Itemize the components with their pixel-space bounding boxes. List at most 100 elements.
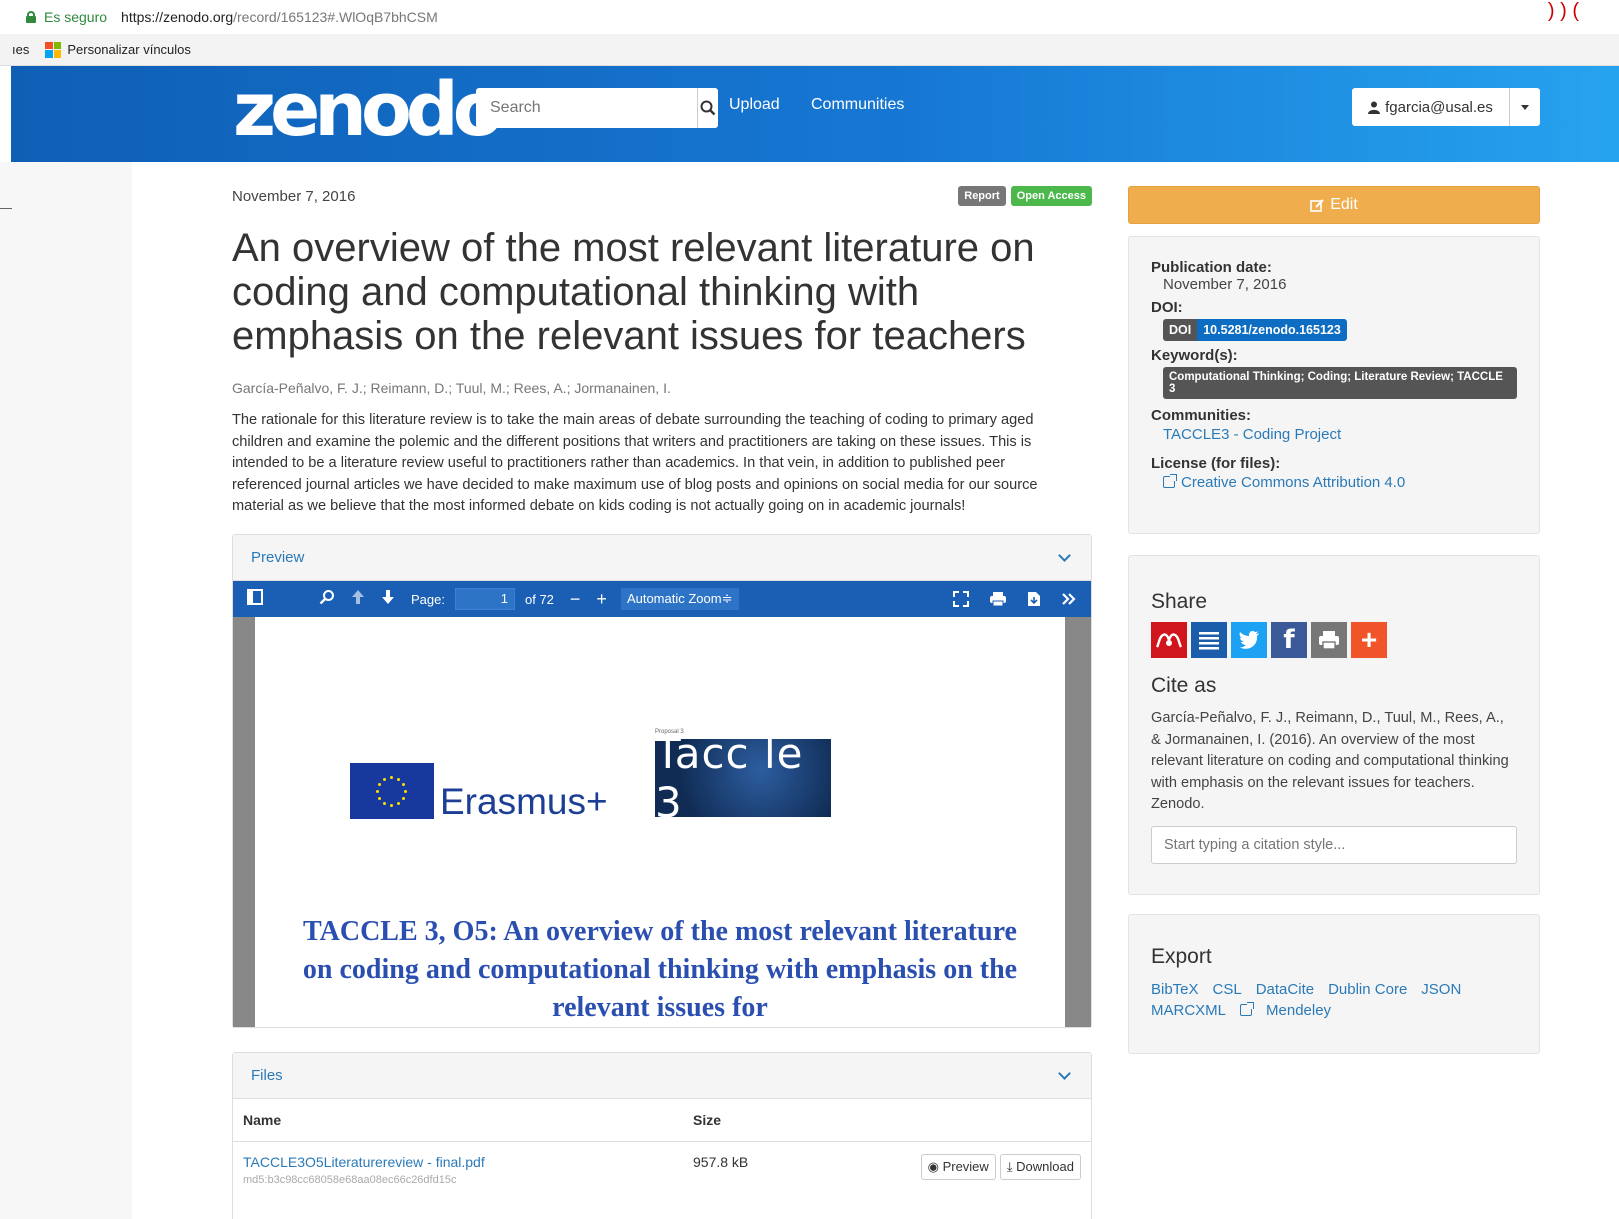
file-md5: md5:b3c98cc68058e68aa08ec66c26dfd15c — [243, 1173, 457, 1186]
preview-heading: Preview — [251, 549, 305, 566]
facebook-icon[interactable]: f — [1271, 622, 1307, 658]
files-table: Name Size TACCLE3O5Literaturereview - fi… — [233, 1099, 1091, 1186]
column-name: Name — [233, 1099, 683, 1142]
pdf-toolbar: Page: 1 of 72 − + Automatic Zoom≑ — [233, 581, 1091, 617]
page-label: Page: — [411, 591, 445, 607]
user-menu[interactable]: fgarcia@usal.es — [1352, 88, 1540, 126]
external-link-icon — [1163, 474, 1177, 488]
url-host[interactable]: https://zenodo.org — [121, 9, 233, 25]
chevron-down-icon[interactable] — [1058, 1066, 1071, 1080]
license-link[interactable]: Creative Commons Attribution 4.0 — [1163, 474, 1517, 491]
share-panel: Share f + Cite as García-Peñalvo, F. J.,… — [1128, 555, 1540, 895]
bookmarks-bar: ıes Personalizar vínculos — [0, 34, 1619, 66]
left-margin — [0, 162, 132, 1219]
export-datacite[interactable]: DataCite — [1256, 981, 1314, 998]
zenodo-logo[interactable]: zenodo — [233, 70, 504, 150]
doi-prefix: DOI — [1163, 319, 1198, 341]
fullscreen-icon[interactable] — [953, 591, 969, 607]
share-heading: Share — [1151, 590, 1208, 613]
bookmark-fragment[interactable]: ıes — [12, 42, 29, 57]
export-bibtex[interactable]: BibTeX — [1151, 981, 1199, 998]
user-button[interactable]: fgarcia@usal.es — [1352, 88, 1510, 126]
export-panel: Export BibTeX CSL DataCite Dublin Core JSON … — [1128, 914, 1540, 1054]
print-share-icon[interactable] — [1311, 622, 1347, 658]
pdf-viewer[interactable]: Erasmus+ Proposal 3 Tacc le 3 TACCLE 3, … — [233, 617, 1091, 1027]
file-link[interactable]: TACCLE3O5Literaturereview - final.pdf — [243, 1154, 673, 1170]
files-heading: Files — [251, 1067, 283, 1084]
file-download-label: Download — [1016, 1158, 1074, 1174]
record-badges: Report Open Access — [958, 186, 1092, 206]
export-json[interactable]: JSON — [1421, 981, 1461, 998]
publication-date-label: Publication date: — [1151, 259, 1272, 276]
caret-down-icon — [1521, 104, 1529, 110]
search-input[interactable] — [476, 88, 698, 128]
download-document-icon[interactable] — [1027, 591, 1041, 607]
pdf-page: Erasmus+ Proposal 3 Tacc le 3 TACCLE 3, … — [255, 617, 1065, 1027]
export-dublin-core[interactable]: Dublin Core — [1328, 981, 1407, 998]
zoom-out-icon[interactable]: − — [570, 589, 581, 610]
file-download-button[interactable]: ⤓ Download — [999, 1153, 1081, 1180]
export-csl[interactable]: CSL — [1213, 981, 1242, 998]
export-heading: Export — [1151, 945, 1212, 968]
export-mendeley[interactable]: Mendeley — [1240, 1002, 1345, 1019]
list-share-icon[interactable] — [1191, 622, 1227, 658]
taccle-logo: Tacc le 3 — [655, 729, 831, 827]
column-size: Size — [683, 1099, 802, 1142]
twitter-icon[interactable] — [1231, 622, 1267, 658]
column-actions — [801, 1099, 1091, 1142]
table-header-row: Name Size — [233, 1099, 1091, 1142]
user-dropdown-toggle[interactable] — [1510, 88, 1540, 126]
zoom-in-icon[interactable]: + — [596, 589, 607, 610]
keywords-wrap: Computational Thinking; Coding; Literatu… — [1151, 367, 1517, 399]
search-button[interactable] — [698, 88, 718, 128]
record-abstract: The rationale for this literature review… — [232, 412, 1038, 514]
user-icon — [1368, 101, 1381, 114]
keywords-label: Keyword(s): — [1151, 347, 1238, 364]
nav-communities[interactable]: Communities — [811, 96, 904, 114]
page-number-input[interactable]: 1 — [454, 588, 515, 610]
download-icon: ⤓ — [1006, 1158, 1017, 1174]
more-share-icon[interactable]: + — [1351, 622, 1387, 658]
license-text: Creative Commons Attribution 4.0 — [1181, 474, 1406, 491]
files-panel-header[interactable]: Files — [233, 1053, 1091, 1099]
next-page-icon[interactable] — [381, 589, 395, 610]
communities-label: Communities: — [1151, 407, 1252, 424]
license-label: License (for files): — [1151, 455, 1281, 472]
preview-panel-header[interactable]: Preview — [233, 535, 1091, 581]
browser-address-bar[interactable]: Es seguro https://zenodo.org/record/1651… — [0, 0, 1619, 34]
secure-label: Es seguro — [44, 9, 108, 25]
file-preview-label: Preview — [942, 1158, 989, 1174]
badge-open-access: Open Access — [1010, 186, 1092, 206]
eye-icon: ◉ — [927, 1158, 943, 1174]
edit-icon — [1310, 199, 1324, 212]
publication-date: November 7, 2016 — [1163, 276, 1287, 293]
export-links: BibTeX CSL DataCite Dublin Core JSON MARCXML… — [1151, 979, 1517, 1021]
mendeley-share-icon[interactable] — [1151, 622, 1187, 658]
previous-page-icon[interactable] — [351, 589, 365, 610]
file-preview-button[interactable]: ◉ Preview — [920, 1153, 996, 1180]
edit-button[interactable]: Edit — [1128, 186, 1540, 224]
erasmus-logo-text: Erasmus+ — [440, 781, 608, 822]
chevron-down-icon[interactable] — [1058, 548, 1071, 562]
nav-upload[interactable]: Upload — [729, 96, 780, 114]
doi-badge[interactable]: DOI 10.5281/zenodo.165123 — [1163, 319, 1347, 341]
select-arrow-icon: ≑ — [721, 591, 733, 606]
community-link[interactable]: TACCLE3 - Coding Project — [1163, 426, 1517, 443]
zoom-select[interactable]: Automatic Zoom≑ — [620, 588, 739, 610]
search-icon — [700, 100, 716, 116]
pdf-toolbar-right — [953, 581, 1077, 617]
divider — [0, 208, 12, 209]
bookmark-personalizar[interactable]: Personalizar vínculos — [67, 42, 191, 57]
cite-heading: Cite as — [1151, 674, 1217, 697]
url-path[interactable]: /record/165123#.WlOqB7bhCSM — [233, 9, 438, 25]
print-icon[interactable] — [989, 591, 1007, 607]
citation-style-input[interactable] — [1151, 825, 1517, 864]
sidebar-toggle-icon[interactable] — [247, 588, 263, 610]
tools-chevron-icon[interactable] — [1061, 592, 1077, 606]
edit-label: Edit — [1330, 196, 1358, 213]
find-icon[interactable] — [319, 589, 335, 610]
export-marcxml[interactable]: MARCXML — [1151, 1002, 1226, 1019]
share-icons: f + — [1151, 622, 1517, 658]
pdf-heading: TACCLE 3, O5: An overview of the most re… — [302, 916, 1018, 1023]
files-panel: Files Name Size TACCLE3O5Literaturerevie… — [232, 1052, 1092, 1219]
